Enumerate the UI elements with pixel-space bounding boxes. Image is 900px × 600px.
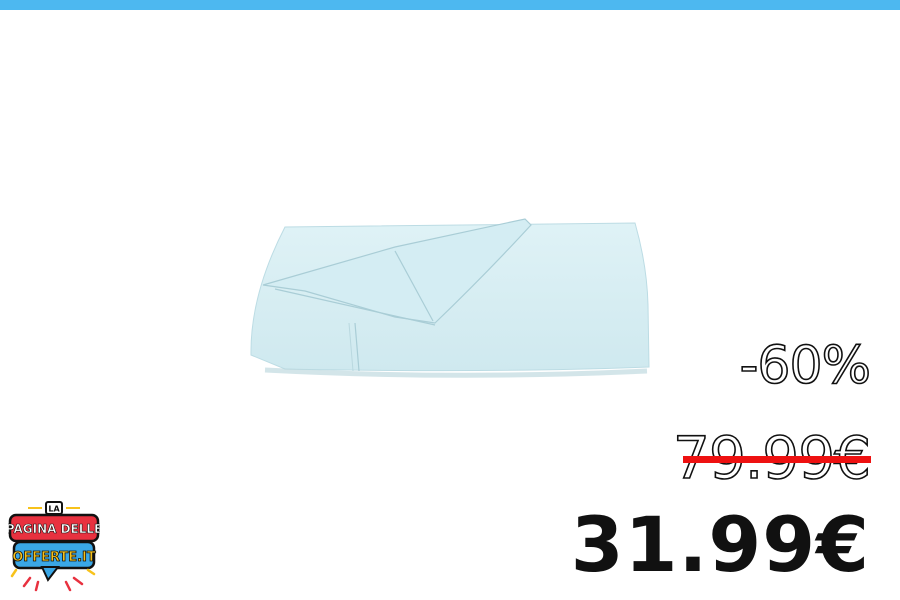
- product-image: [250, 218, 650, 378]
- top-accent-bar: [0, 0, 900, 10]
- strikethrough-line: [683, 456, 871, 463]
- pagina-delle-offerte-logo: LA PAGINA DELLE OFFERTE.IT: [8, 501, 100, 592]
- current-price: 31.99€: [570, 500, 870, 589]
- logo-line2: PAGINA DELLE: [8, 522, 100, 536]
- discount-label: -60%: [739, 335, 872, 397]
- logo-line3: OFFERTE.IT: [12, 550, 96, 565]
- logo-line1: LA: [48, 505, 60, 514]
